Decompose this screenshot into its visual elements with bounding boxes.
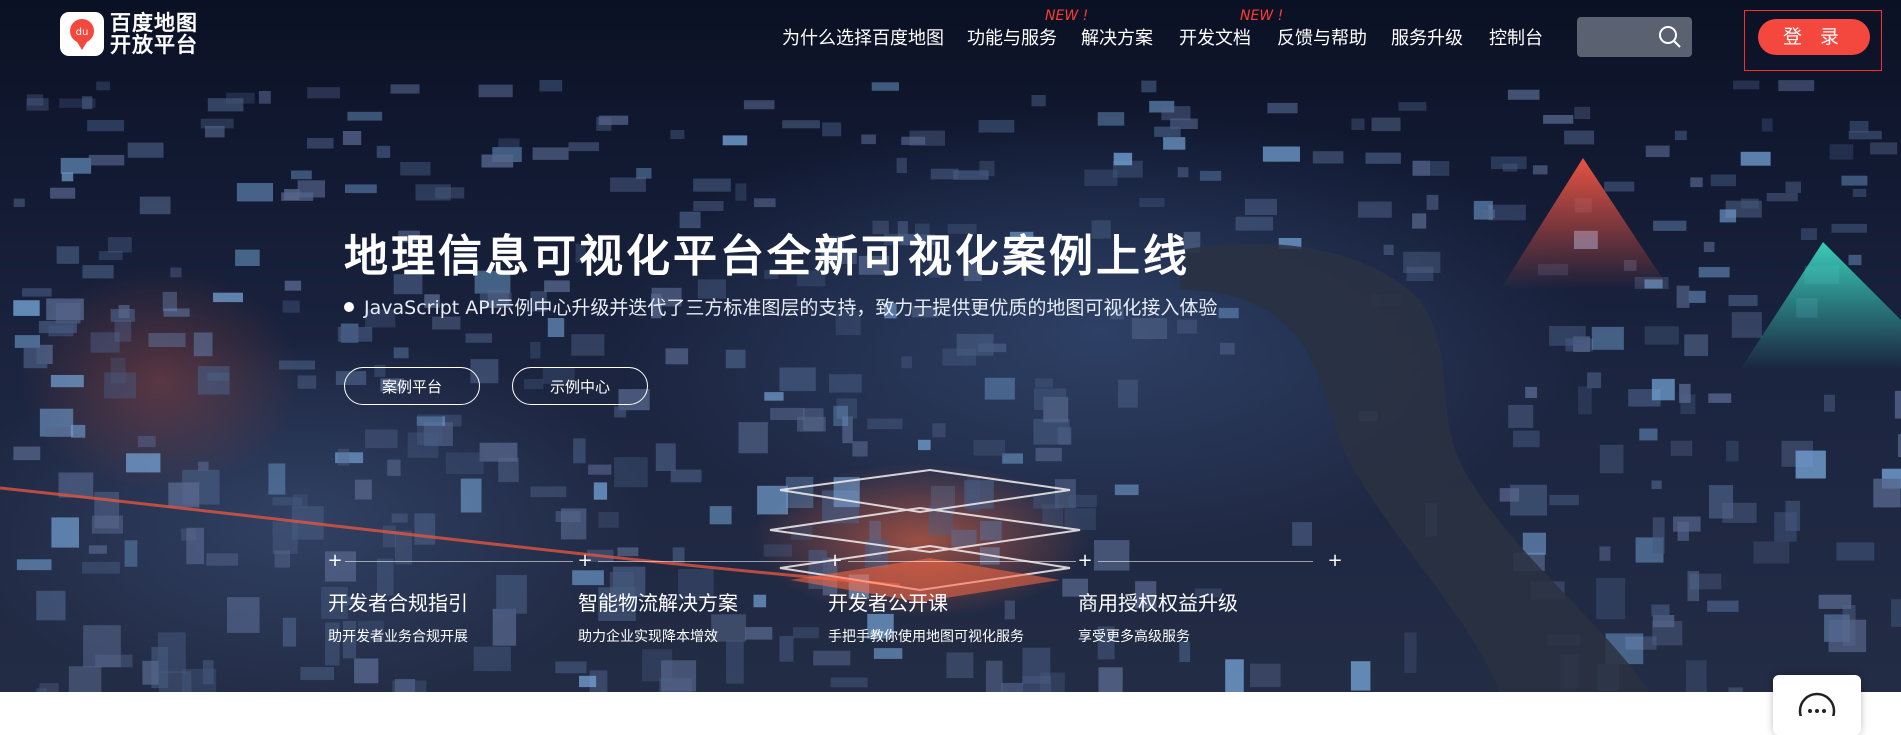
feature-logistics-solution[interactable]: 智能物流解决方案 助力企业实现降本增效 (578, 587, 738, 646)
plus-icon: + (827, 550, 843, 571)
feature-title: 智能物流解决方案 (578, 591, 738, 615)
feature-developer-course[interactable]: 开发者公开课 手把手教你使用地图可视化服务 (828, 587, 1024, 646)
feature-divider (598, 561, 826, 562)
nav-item-console[interactable]: 控制台 (1489, 24, 1543, 50)
feature-title: 开发者合规指引 (328, 591, 468, 615)
plus-icon: + (1327, 550, 1343, 571)
plus-icon: + (577, 550, 593, 571)
feature-divider (345, 561, 573, 562)
logo-mark-icon: du (60, 12, 104, 56)
feature-title: 开发者公开课 (828, 591, 948, 615)
nav-item-feedback[interactable]: 反馈与帮助 (1277, 24, 1367, 50)
chat-bubble-icon[interactable] (1773, 675, 1861, 730)
logo-text-line2: 开放平台 (110, 33, 198, 57)
feature-desc: 助开发者业务合规开展 (328, 629, 468, 645)
case-platform-button[interactable]: 案例平台 (344, 367, 480, 405)
logo[interactable]: du 百度地图 开放平台 (60, 12, 198, 56)
feature-commercial-license[interactable]: 商用授权权益升级 享受更多高级服务 (1078, 587, 1238, 646)
nav-new-badge-docs: NEW ! (1240, 8, 1284, 24)
plus-icon: + (327, 550, 343, 571)
feature-desc: 助力企业实现降本增效 (578, 629, 718, 645)
bullet-icon (344, 301, 354, 312)
feature-desc: 手把手教你使用地图可视化服务 (828, 629, 1024, 645)
logo-text-line1: 百度地图 (110, 11, 198, 35)
chat-widget[interactable] (1773, 675, 1861, 735)
feature-compliance-guide[interactable]: 开发者合规指引 助开发者业务合规开展 (328, 587, 468, 646)
feature-divider (1098, 561, 1313, 562)
logo-badge-text: du (76, 27, 89, 38)
plus-icon: + (1077, 550, 1093, 571)
nav-item-solutions[interactable]: 解决方案 (1081, 24, 1153, 50)
search-icon[interactable] (1658, 25, 1682, 49)
hero-title: 地理信息可视化平台全新可视化案例上线 (344, 231, 1190, 282)
nav-item-upgrade[interactable]: 服务升级 (1391, 24, 1463, 50)
hero-subtitle-text: JavaScript API示例中心升级并迭代了三方标准图层的支持，致力于提供更… (364, 297, 1218, 319)
nav-item-docs[interactable]: 开发文档 (1179, 24, 1251, 50)
nav-item-features[interactable]: 功能与服务 (967, 24, 1057, 50)
search-input[interactable] (1577, 17, 1692, 57)
feature-desc: 享受更多高级服务 (1078, 629, 1190, 645)
login-button[interactable]: 登 录 (1758, 19, 1870, 55)
nav-item-why-baidu[interactable]: 为什么选择百度地图 (782, 24, 944, 50)
example-center-button[interactable]: 示例中心 (512, 367, 648, 405)
logo-text: 百度地图 开放平台 (110, 12, 198, 56)
hero-banner: du 百度地图 开放平台 为什么选择百度地图 功能与服务 NEW ! 解决方案 … (0, 0, 1901, 692)
feature-divider (848, 561, 1076, 562)
feature-title: 商用授权权益升级 (1078, 591, 1238, 615)
hero-subtitle: JavaScript API示例中心升级并迭代了三方标准图层的支持，致力于提供更… (344, 293, 1217, 320)
nav-new-badge-features: NEW ! (1045, 8, 1089, 24)
